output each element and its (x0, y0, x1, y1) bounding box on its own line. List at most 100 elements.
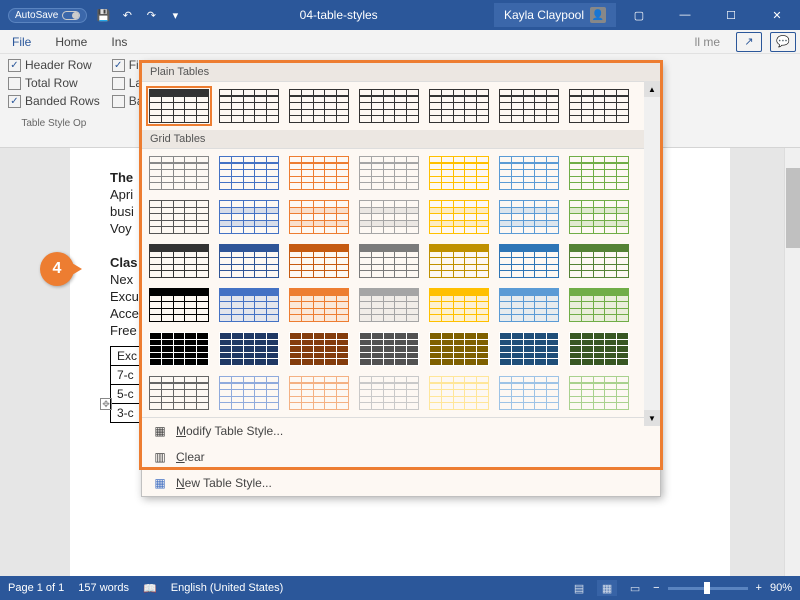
read-mode-icon[interactable]: ▤ (569, 580, 589, 596)
table-style-thumb[interactable] (356, 86, 422, 126)
table-style-thumb[interactable] (496, 329, 562, 369)
comments-button[interactable]: 💬 (770, 32, 796, 52)
table-style-thumb[interactable] (356, 197, 422, 237)
table-style-thumb[interactable] (286, 373, 352, 413)
table-style-thumb[interactable] (216, 373, 282, 413)
table-style-thumb[interactable] (566, 329, 632, 369)
table-style-thumb[interactable] (216, 86, 282, 126)
table-style-thumb[interactable] (286, 285, 352, 325)
chk-banded-rows[interactable]: ✓Banded Rows (8, 94, 100, 108)
table-style-thumb[interactable] (286, 197, 352, 237)
chk-last-col[interactable]: La (112, 76, 144, 90)
clear-table-style[interactable]: ▥ Clear (142, 444, 660, 470)
scroll-down-icon: ▼ (644, 410, 660, 426)
tab-insert[interactable]: Ins (99, 30, 139, 54)
table-style-thumb[interactable] (356, 153, 422, 193)
table-style-thumb[interactable] (426, 329, 492, 369)
vertical-scrollbar[interactable] (784, 148, 800, 576)
callout-badge: 4 (40, 252, 74, 286)
web-layout-icon[interactable]: ▭ (625, 580, 645, 596)
table-style-thumb[interactable] (566, 86, 632, 126)
zoom-level[interactable]: 90% (770, 582, 792, 594)
table-style-thumb[interactable] (286, 86, 352, 126)
table-style-thumb[interactable] (286, 329, 352, 369)
autosave-toggle[interactable]: AutoSave (8, 8, 87, 23)
table-move-handle[interactable]: ✥ (100, 398, 112, 410)
table-style-thumb[interactable] (356, 241, 422, 281)
table-style-thumb[interactable] (426, 153, 492, 193)
new-table-style[interactable]: ▦ New Table Style... (142, 470, 660, 496)
table-style-thumb[interactable] (146, 241, 212, 281)
table-style-thumb[interactable] (496, 241, 562, 281)
table-style-thumb[interactable] (496, 86, 562, 126)
table-style-thumb[interactable] (496, 285, 562, 325)
table-style-thumb[interactable] (216, 153, 282, 193)
tab-file[interactable]: File (0, 30, 43, 54)
clear-icon: ▥ (152, 449, 168, 465)
table-style-thumb[interactable] (146, 329, 212, 369)
zoom-slider[interactable] (668, 587, 748, 590)
section-plain-tables: Plain Tables (142, 63, 660, 82)
table-style-thumb[interactable] (216, 329, 282, 369)
table-style-thumb[interactable] (426, 373, 492, 413)
table-style-thumb[interactable] (426, 197, 492, 237)
table-style-thumb[interactable] (216, 241, 282, 281)
table-style-thumb[interactable] (496, 197, 562, 237)
minimize-button[interactable]: — (662, 0, 708, 30)
share-button[interactable]: ↗ (736, 32, 762, 52)
table-style-thumb[interactable] (356, 285, 422, 325)
document-title: 04-table-styles (183, 8, 494, 22)
table-style-thumb[interactable] (566, 285, 632, 325)
table-style-thumb[interactable] (566, 373, 632, 413)
modify-table-style[interactable]: ▦ Modify Table Style... (142, 418, 660, 444)
zoom-in-icon[interactable]: + (756, 582, 762, 594)
scroll-up-icon: ▲ (644, 81, 660, 97)
modify-icon: ▦ (152, 423, 168, 439)
table-style-thumb[interactable] (146, 197, 212, 237)
table-style-thumb[interactable] (566, 241, 632, 281)
tell-me[interactable]: ll me (683, 30, 732, 54)
table-style-thumb[interactable] (496, 373, 562, 413)
chk-total-row[interactable]: Total Row (8, 76, 78, 90)
table-style-thumb[interactable] (216, 197, 282, 237)
zoom-out-icon[interactable]: − (653, 582, 659, 594)
table-style-thumb[interactable] (216, 285, 282, 325)
table-style-thumb[interactable] (566, 197, 632, 237)
table-style-thumb[interactable] (286, 153, 352, 193)
maximize-button[interactable]: ☐ (708, 0, 754, 30)
status-words[interactable]: 157 words (78, 582, 129, 594)
gallery-scrollbar[interactable]: ▲ ▼ (644, 81, 660, 426)
table-style-thumb[interactable] (356, 373, 422, 413)
table-style-thumb[interactable] (146, 373, 212, 413)
table-style-thumb[interactable] (496, 153, 562, 193)
chk-banded-cols[interactable]: Ba (112, 94, 144, 108)
table-style-thumb[interactable] (146, 285, 212, 325)
table-style-thumb[interactable] (286, 241, 352, 281)
table-style-thumb[interactable] (426, 86, 492, 126)
table-style-thumb[interactable] (146, 86, 212, 126)
qat-dropdown-icon[interactable]: ▾ (167, 7, 183, 23)
close-button[interactable]: ✕ (754, 0, 800, 30)
avatar-icon: 👤 (590, 7, 606, 23)
table-styles-gallery: Plain Tables Grid Tables ▲ ▼ ▦ Modify Ta… (141, 62, 661, 497)
table-style-thumb[interactable] (146, 153, 212, 193)
table-style-thumb[interactable] (426, 285, 492, 325)
status-page[interactable]: Page 1 of 1 (8, 582, 64, 594)
document-table[interactable]: Exc 7-c 5-c 3-c (110, 346, 144, 423)
tab-home[interactable]: Home (43, 30, 99, 54)
undo-icon[interactable]: ↶ (119, 7, 135, 23)
table-style-thumb[interactable] (356, 329, 422, 369)
table-style-thumb[interactable] (426, 241, 492, 281)
ribbon-display-icon[interactable]: ▢ (616, 0, 662, 30)
status-language[interactable]: English (United States) (171, 582, 284, 594)
spellcheck-icon[interactable]: 📖 (143, 582, 157, 595)
user-account[interactable]: Kayla Claypool 👤 (494, 3, 616, 27)
status-bar: Page 1 of 1 157 words 📖 English (United … (0, 576, 800, 600)
chk-first-col[interactable]: ✓Fi (112, 58, 144, 72)
chk-header-row[interactable]: ✓Header Row (8, 58, 92, 72)
print-layout-icon[interactable]: ▦ (597, 580, 617, 596)
redo-icon[interactable]: ↷ (143, 7, 159, 23)
table-style-thumb[interactable] (566, 153, 632, 193)
group-label: Table Style Op (8, 118, 100, 129)
save-icon[interactable]: 💾 (95, 7, 111, 23)
